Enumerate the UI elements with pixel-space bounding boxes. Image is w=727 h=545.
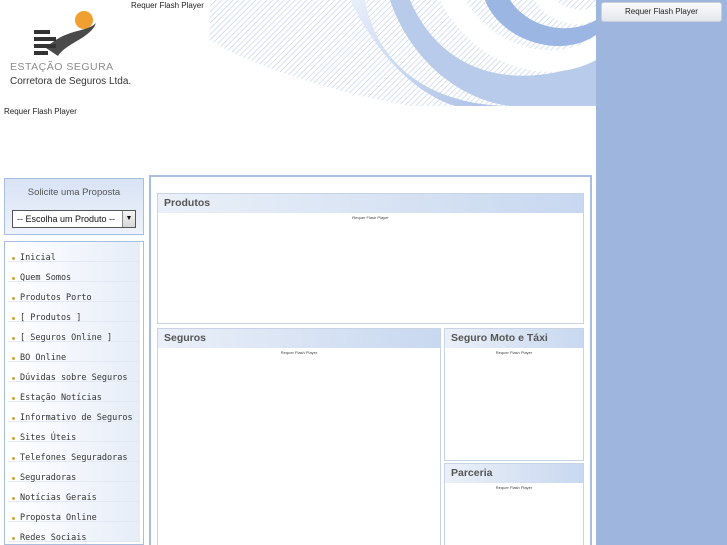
sidebar-item-informativo[interactable]: Informativo de Seguros <box>8 402 140 423</box>
sidebar-item-telefones[interactable]: Telefones Seguradoras <box>8 442 140 463</box>
company-name: ESTAÇÃO SEGURA <box>10 61 114 73</box>
header-banner <box>210 0 596 106</box>
sidebar-item-inicial[interactable]: Inicial <box>8 242 140 263</box>
panel-seguros-title: Seguros <box>158 329 440 348</box>
sidebar-item-proposta-online[interactable]: Proposta Online <box>8 502 140 523</box>
sidebar-item-redes-sociais[interactable]: Redes Sociais <box>8 522 140 543</box>
sidebar-item-quem-somos[interactable]: Quem Somos <box>8 262 140 283</box>
panel-seguros-flash: Requer Flash Player <box>280 350 318 355</box>
panel-moto-taxi: Seguro Moto e Táxi Requer Flash Player <box>444 328 584 461</box>
chevron-down-icon[interactable]: ▼ <box>122 211 135 227</box>
panel-moto-title: Seguro Moto e Táxi <box>445 329 583 348</box>
right-sidebar: Requer Flash Player <box>596 0 727 545</box>
product-select[interactable]: -- Escolha um Produto -- ▼ <box>12 210 136 228</box>
product-select-value: -- Escolha um Produto -- <box>17 214 116 224</box>
proposal-box: Solicite uma Proposta -- Escolha um Prod… <box>4 178 144 235</box>
panel-parceria-title: Parceria <box>445 464 583 483</box>
flash-placeholder-left: Requer Flash Player <box>4 107 77 116</box>
company-subtitle: Corretora de Seguros Ltda. <box>10 76 132 87</box>
panel-moto-flash: Requer Flash Player <box>495 350 533 355</box>
panel-parceria-flash: Requer Flash Player <box>495 485 533 490</box>
proposal-title: Solicite uma Proposta <box>27 187 121 198</box>
sidebar-menu: Inicial Quem Somos Produtos Porto [ Prod… <box>4 241 144 545</box>
sidebar-item-noticias-gerais[interactable]: Notícias Gerais <box>8 482 140 503</box>
sidebar-item-duvidas[interactable]: Dúvidas sobre Seguros <box>8 362 140 383</box>
logo-icon <box>34 11 96 56</box>
sidebar-item-seguradoras[interactable]: Seguradoras <box>8 462 140 483</box>
panel-produtos-title: Produtos <box>158 194 583 213</box>
main-content: Produtos Requer Flash Player Seguros Req… <box>149 175 592 545</box>
panel-produtos-flash: Requer Flash Player <box>352 215 389 220</box>
page: ESTAÇÃO SEGURA Corretora de Seguros Ltda… <box>0 0 727 545</box>
sidebar-item-produtos-porto[interactable]: Produtos Porto <box>8 282 140 303</box>
flash-player-button[interactable]: Requer Flash Player <box>601 2 722 22</box>
sidebar-item-sites-uteis[interactable]: Sites Úteis <box>8 422 140 443</box>
panel-seguros: Seguros Requer Flash Player <box>157 328 441 545</box>
sidebar-item-produtos[interactable]: [ Produtos ] <box>8 302 140 323</box>
sidebar-item-bo-online[interactable]: BO Online <box>8 342 140 363</box>
flash-placeholder-top: Requer Flash Player <box>131 1 204 10</box>
sidebar-item-seguros-online[interactable]: [ Seguros Online ] <box>8 322 140 343</box>
panel-parceria: Parceria Requer Flash Player <box>444 463 584 545</box>
panel-produtos: Produtos Requer Flash Player <box>157 193 584 324</box>
sidebar-item-noticias-estacao[interactable]: Estação Notícias <box>8 382 140 403</box>
